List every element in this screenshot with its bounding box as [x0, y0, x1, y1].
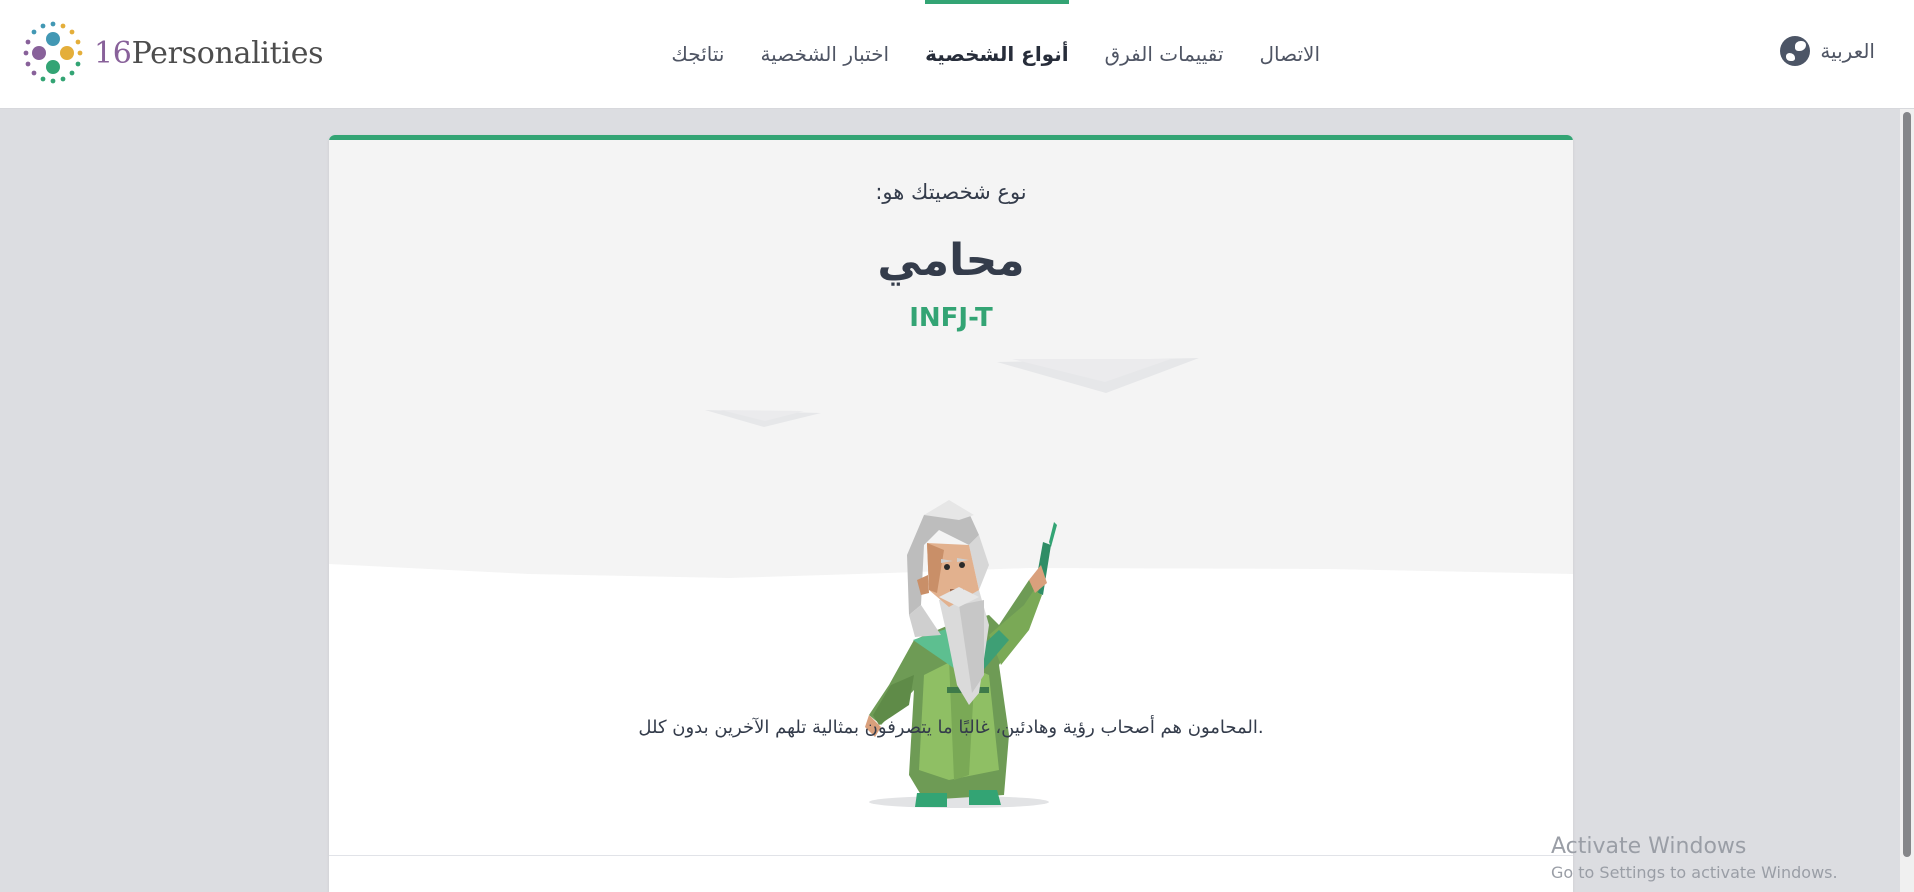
- personality-description: المحامون هم أصحاب رؤية وهادئين، غالبًا م…: [638, 717, 1264, 738]
- logo-dots-icon: [23, 21, 83, 84]
- site-logo[interactable]: 16Personalities: [20, 20, 324, 86]
- scrollbar-thumb[interactable]: [1903, 112, 1911, 857]
- nav-contact[interactable]: الاتصال: [1260, 0, 1321, 108]
- watermark-title: Activate Windows: [1551, 834, 1747, 859]
- nav-team-assessments[interactable]: تقييمات الفرق: [1105, 0, 1224, 108]
- personality-type-name: محامي: [877, 235, 1025, 286]
- watermark-subtitle: Go to Settings to activate Windows.: [1551, 863, 1838, 882]
- logo-wordmark: 16Personalities: [94, 35, 324, 71]
- main-nav: الاتصال تقييمات الفرق أنواع الشخصية اختب…: [600, 0, 1320, 108]
- personality-type-code: INFJ-T: [909, 303, 993, 333]
- site-header: 16Personalities الاتصال تقييمات الفرق أن…: [0, 0, 1914, 109]
- page-scrollbar[interactable]: [1900, 109, 1914, 892]
- windows-activation-watermark: Activate Windows Go to Settings to activ…: [1551, 834, 1838, 882]
- card-divider: [329, 855, 1573, 856]
- language-selector[interactable]: العربية: [1780, 36, 1875, 66]
- globe-icon: [1780, 36, 1811, 66]
- language-label: العربية: [1820, 39, 1875, 63]
- result-intro: نوع شخصيتك هو:: [875, 180, 1027, 204]
- nav-personality-test[interactable]: اختبار الشخصية: [760, 0, 889, 108]
- result-card: نوع شخصيتك هو: محامي INFJ-T المحامون هم …: [329, 135, 1573, 892]
- nav-your-results[interactable]: نتائجك: [671, 0, 724, 108]
- nav-personality-types[interactable]: أنواع الشخصية: [925, 0, 1069, 108]
